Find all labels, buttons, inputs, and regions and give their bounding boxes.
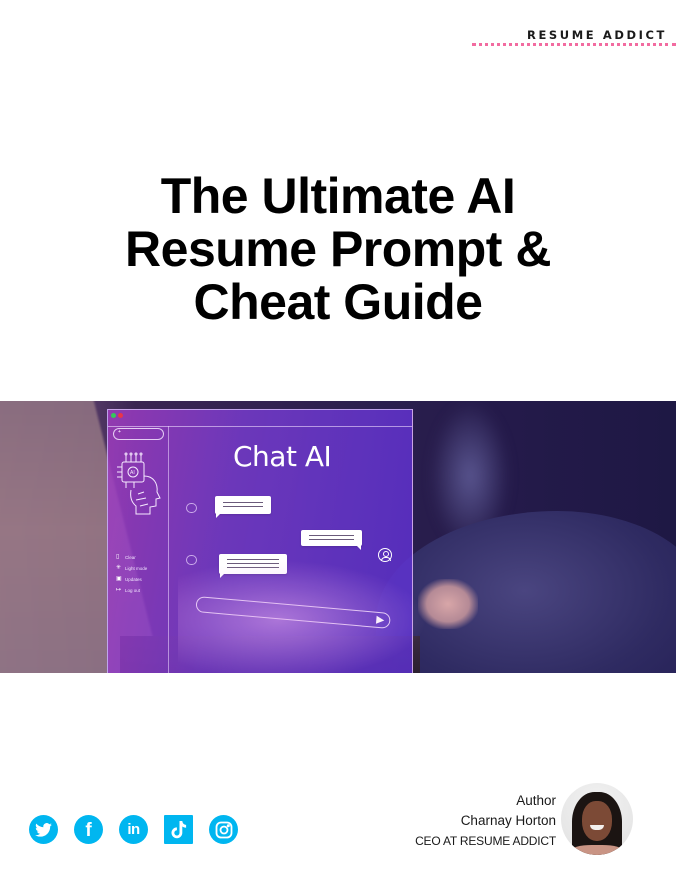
twitter-icon[interactable] [29,815,58,844]
author-role: CEO AT RESUME ADDICT [415,834,556,848]
chat-ai-heading: Chat AI [233,440,332,473]
update-icon: ▣ [116,576,122,582]
author-name: Charnay Horton [460,813,556,828]
screen-sidebar-divider [168,426,169,673]
brand-dotted-divider [472,43,676,46]
ai-head-chip-icon: AI [117,452,161,515]
window-dot-red [118,413,123,418]
chat-ai-hologram-screen: + AI ▯ Clear ✳ Light mode ▣ Updates ↦ Log ou… [107,409,413,673]
brand-header: RESUME ADDICT [527,26,667,44]
menu-item-clear: ▯ Clear [116,554,136,560]
menu-item-log-out: ↦ Log out [116,587,141,593]
sun-icon: ✳ [116,565,122,571]
instagram-icon[interactable] [209,815,238,844]
author-label: Author [516,793,556,808]
trash-icon: ▯ [116,554,120,560]
chat-bubble-user [301,530,362,546]
chat-bubble-bot-2 [219,554,287,574]
social-links: f in [29,815,238,844]
user-avatar-icon [378,548,392,562]
svg-text:AI: AI [130,470,135,476]
send-icon [375,615,385,625]
facebook-icon[interactable]: f [74,815,103,844]
bot-icon [186,503,197,513]
author-avatar [561,783,633,855]
screen-side-menu: ▯ Clear ✳ Light mode ▣ Updates ↦ Log out [116,552,147,596]
page-title: The Ultimate AI Resume Prompt & Cheat Gu… [0,170,676,329]
search-plus-icon: + [118,429,121,435]
title-line-2: Resume Prompt & [125,221,551,277]
author-block: Author Charnay Horton CEO AT RESUME ADDI… [415,791,556,851]
tiktok-icon[interactable] [164,815,193,844]
title-line-1: The Ultimate AI [160,168,516,224]
screen-topbar-line [108,426,412,427]
brand-name: RESUME ADDICT [527,28,667,42]
bot-icon [186,555,197,565]
hero-image: + AI ▯ Clear ✳ Light mode ▣ Updates ↦ Log ou… [0,401,676,673]
menu-item-updates: ▣ Updates [116,576,142,582]
logout-icon: ↦ [116,587,122,593]
title-line-3: Cheat Guide [193,274,483,330]
linkedin-icon[interactable]: in [119,815,148,844]
screen-search-field: + [113,428,164,440]
window-dot-green [111,413,116,418]
chat-input-bar [195,596,391,629]
menu-item-light-mode: ✳ Light mode [116,565,148,571]
chat-bubble-bot-1 [215,496,271,514]
